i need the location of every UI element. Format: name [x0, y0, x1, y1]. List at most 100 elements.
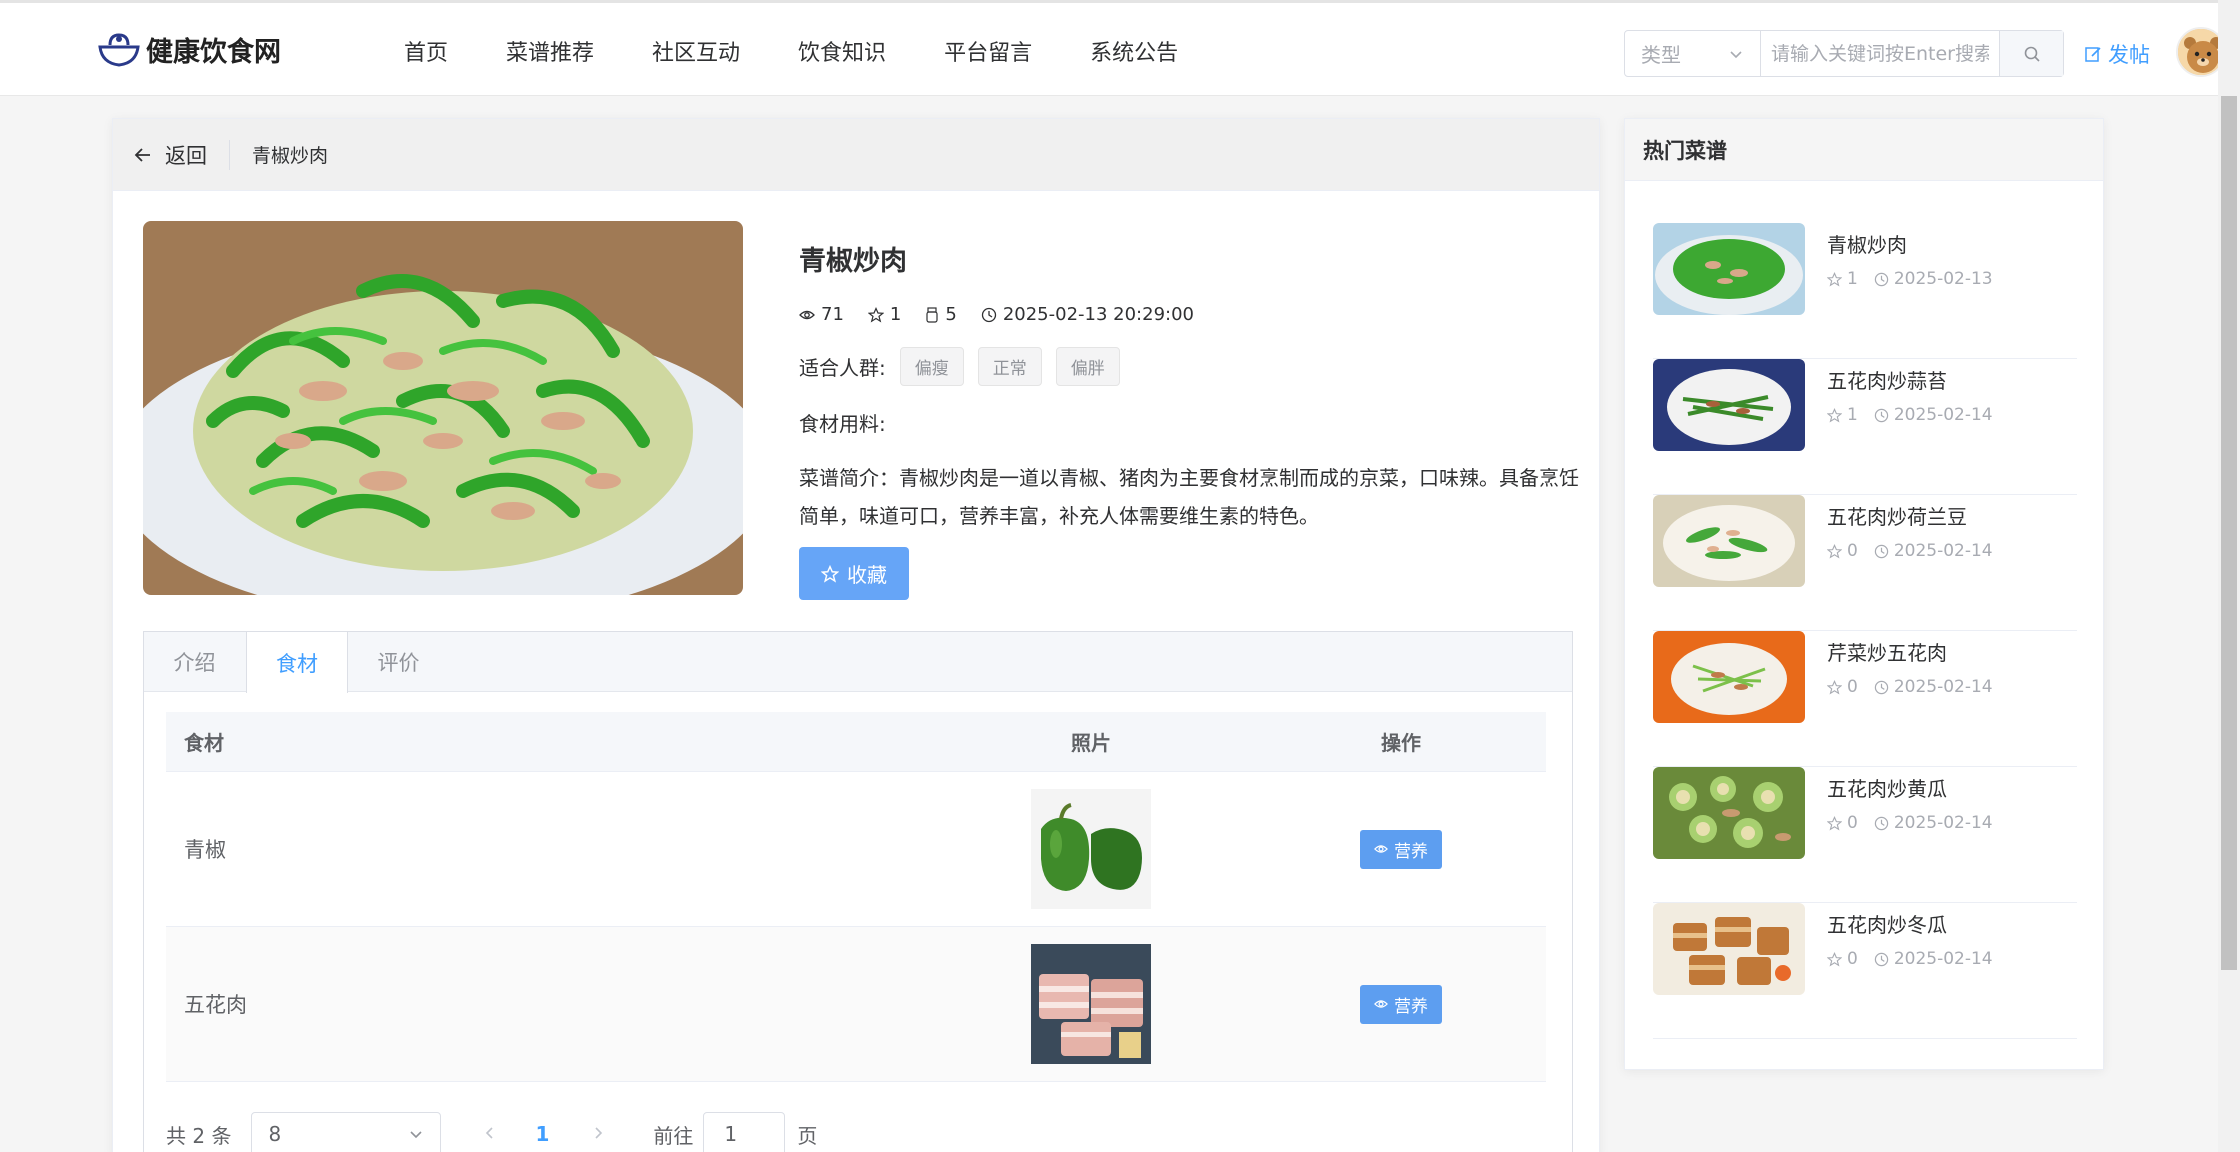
- stars-count: 1: [889, 304, 902, 325]
- recipe-tabs: 介绍 食材 评价 食材 照片 操作 青椒 营养 五花肉 营养 共 2 条 8 1…: [143, 631, 1573, 1152]
- column-header-ingredient: 食材: [184, 731, 224, 755]
- page-size-select[interactable]: 8: [251, 1112, 442, 1152]
- ingredient-action-cell: 营养: [1256, 829, 1546, 869]
- search-button[interactable]: [1999, 31, 2063, 76]
- post-label: 发帖: [2108, 43, 2150, 67]
- nav-recipes[interactable]: 菜谱推荐: [506, 35, 594, 67]
- favorite-button[interactable]: 收藏: [799, 547, 909, 600]
- ingredient-photo-cell: [926, 944, 1256, 1064]
- audience-tag: 偏胖: [1055, 347, 1120, 386]
- hot-recipe-meta: 0 2025-02-14: [1827, 677, 1993, 697]
- page-scrollbar[interactable]: [2218, 0, 2240, 1152]
- star-icon: [1827, 407, 1842, 423]
- hot-recipe-date: 2025-02-14: [1893, 813, 1993, 833]
- tab-intro[interactable]: 介绍: [144, 632, 246, 691]
- hot-recipe-stars: 0: [1847, 677, 1858, 697]
- nav-community[interactable]: 社区互动: [652, 35, 740, 67]
- tab-ingredients[interactable]: 食材: [246, 632, 348, 693]
- star-icon: [1827, 815, 1842, 831]
- green-pepper-image: [1031, 789, 1151, 909]
- ingredient-name: 青椒: [184, 838, 226, 862]
- hot-recipe-item[interactable]: 五花肉炒冬瓜 0 2025-02-14: [1653, 903, 2077, 1039]
- search-input[interactable]: [1761, 31, 1999, 76]
- eye-icon: [1374, 1000, 1388, 1008]
- nutrition-label: 营养: [1394, 996, 1428, 1017]
- audience-label: 适合人群:: [799, 356, 886, 380]
- hot-recipe-thumbnail: [1653, 903, 1805, 995]
- star-icon: [867, 306, 884, 323]
- hot-recipe-stars: 0: [1847, 813, 1858, 833]
- hot-recipe-date: 2025-02-14: [1893, 677, 1993, 697]
- column-header-photo: 照片: [1071, 731, 1111, 755]
- eye-icon: [799, 310, 815, 319]
- clock-icon: [1874, 680, 1889, 694]
- top-header: 健康饮食网 首页 菜谱推荐 社区互动 饮食知识 平台留言 系统公告 类型 发帖: [0, 0, 2226, 96]
- search-icon: [2024, 46, 2040, 62]
- next-page-button[interactable]: [591, 1122, 605, 1146]
- ingredient-photo-cell: [926, 789, 1256, 909]
- bowl-logo-icon: [98, 33, 140, 67]
- goto-unit: 页: [797, 1123, 818, 1148]
- arrow-left-icon: [134, 147, 150, 162]
- hot-recipe-date: 2025-02-14: [1893, 541, 1993, 561]
- hot-recipe-item[interactable]: 芹菜炒五花肉 0 2025-02-14: [1653, 631, 2077, 767]
- hot-recipe-title: 五花肉炒蒜苔: [1827, 369, 1947, 393]
- search-type-label: 类型: [1641, 43, 1681, 67]
- hot-recipe-thumbnail: [1653, 631, 1805, 723]
- hot-recipe-title: 芹菜炒五花肉: [1827, 641, 1947, 665]
- hot-recipe-item[interactable]: 五花肉炒黄瓜 0 2025-02-14: [1653, 767, 2077, 903]
- recipe-detail-card: 返回 青椒炒肉 青椒炒肉 71 1 5 2025-02-13 20:29:00 …: [112, 118, 1600, 1152]
- hot-recipe-item[interactable]: 五花肉炒蒜苔 1 2025-02-14: [1653, 359, 2077, 495]
- goto-page-input[interactable]: 1: [703, 1112, 786, 1152]
- hot-recipe-item[interactable]: 青椒炒肉 1 2025-02-13: [1653, 223, 2077, 359]
- prev-page-button[interactable]: [483, 1122, 497, 1146]
- chevron-down-icon: [1730, 50, 1742, 58]
- table-row: 五花肉 营养: [166, 927, 1546, 1082]
- hot-recipe-meta: 0 2025-02-14: [1827, 813, 1993, 833]
- nutrition-button[interactable]: 营养: [1360, 829, 1442, 869]
- search-bar: 类型: [1624, 30, 2064, 77]
- clock-icon: [1874, 544, 1889, 558]
- edit-icon: [2085, 47, 2101, 62]
- clock-icon: [1874, 816, 1889, 830]
- collects-stat: 5: [925, 304, 957, 325]
- hot-recipe-item[interactable]: 五花肉炒荷兰豆 0 2025-02-14: [1653, 495, 2077, 631]
- medal-icon: [926, 306, 938, 323]
- table-row: 青椒 营养: [166, 772, 1546, 927]
- column-header-action: 操作: [1381, 731, 1421, 755]
- star-icon: [821, 564, 839, 583]
- hot-recipe-meta: 0 2025-02-14: [1827, 949, 1993, 969]
- nav-announcements[interactable]: 系统公告: [1090, 35, 1178, 67]
- pepper-pork-thumbnail: [1653, 223, 1805, 315]
- hot-recipe-thumbnail: [1653, 223, 1805, 315]
- breadcrumb-current: 青椒炒肉: [252, 145, 329, 167]
- ingredients-table: 食材 照片 操作 青椒 营养 五花肉 营养: [166, 712, 1546, 1082]
- back-button[interactable]: 返回: [133, 139, 230, 170]
- tab-reviews[interactable]: 评价: [348, 632, 450, 691]
- hot-recipe-meta: 1 2025-02-14: [1827, 405, 1993, 425]
- nav-messages[interactable]: 平台留言: [944, 35, 1032, 67]
- clock-icon: [1874, 272, 1889, 286]
- table-header: 食材 照片 操作: [166, 712, 1546, 772]
- recipe-description: 菜谱简介：青椒炒肉是一道以青椒、猪肉为主要食材烹制而成的京菜，口味辣。具备烹饪简…: [799, 466, 1579, 528]
- breadcrumb: 返回 青椒炒肉: [113, 119, 1599, 191]
- ingredients-row: 食材用料:: [799, 408, 1579, 437]
- page-size-value: 8: [268, 1122, 282, 1146]
- nutrition-label: 营养: [1394, 841, 1428, 862]
- chevron-left-icon: [486, 1127, 494, 1139]
- nav-knowledge[interactable]: 饮食知识: [798, 35, 886, 67]
- search-type-select[interactable]: 类型: [1625, 31, 1761, 76]
- hot-recipe-date: 2025-02-14: [1893, 405, 1993, 425]
- nav-home[interactable]: 首页: [404, 35, 448, 67]
- collects-count: 5: [945, 304, 957, 325]
- chevron-right-icon: [595, 1127, 603, 1139]
- post-button[interactable]: 发帖: [2084, 39, 2150, 69]
- hot-recipe-thumbnail: [1653, 495, 1805, 587]
- page-number[interactable]: 1: [535, 1122, 549, 1146]
- site-logo[interactable]: 健康饮食网: [96, 29, 281, 69]
- nutrition-button[interactable]: 营养: [1360, 984, 1442, 1024]
- hot-recipe-title: 五花肉炒荷兰豆: [1827, 505, 1967, 529]
- scrollbar-thumb[interactable]: [2221, 96, 2237, 970]
- star-icon: [1827, 543, 1842, 559]
- hot-recipe-date: 2025-02-13: [1893, 269, 1993, 289]
